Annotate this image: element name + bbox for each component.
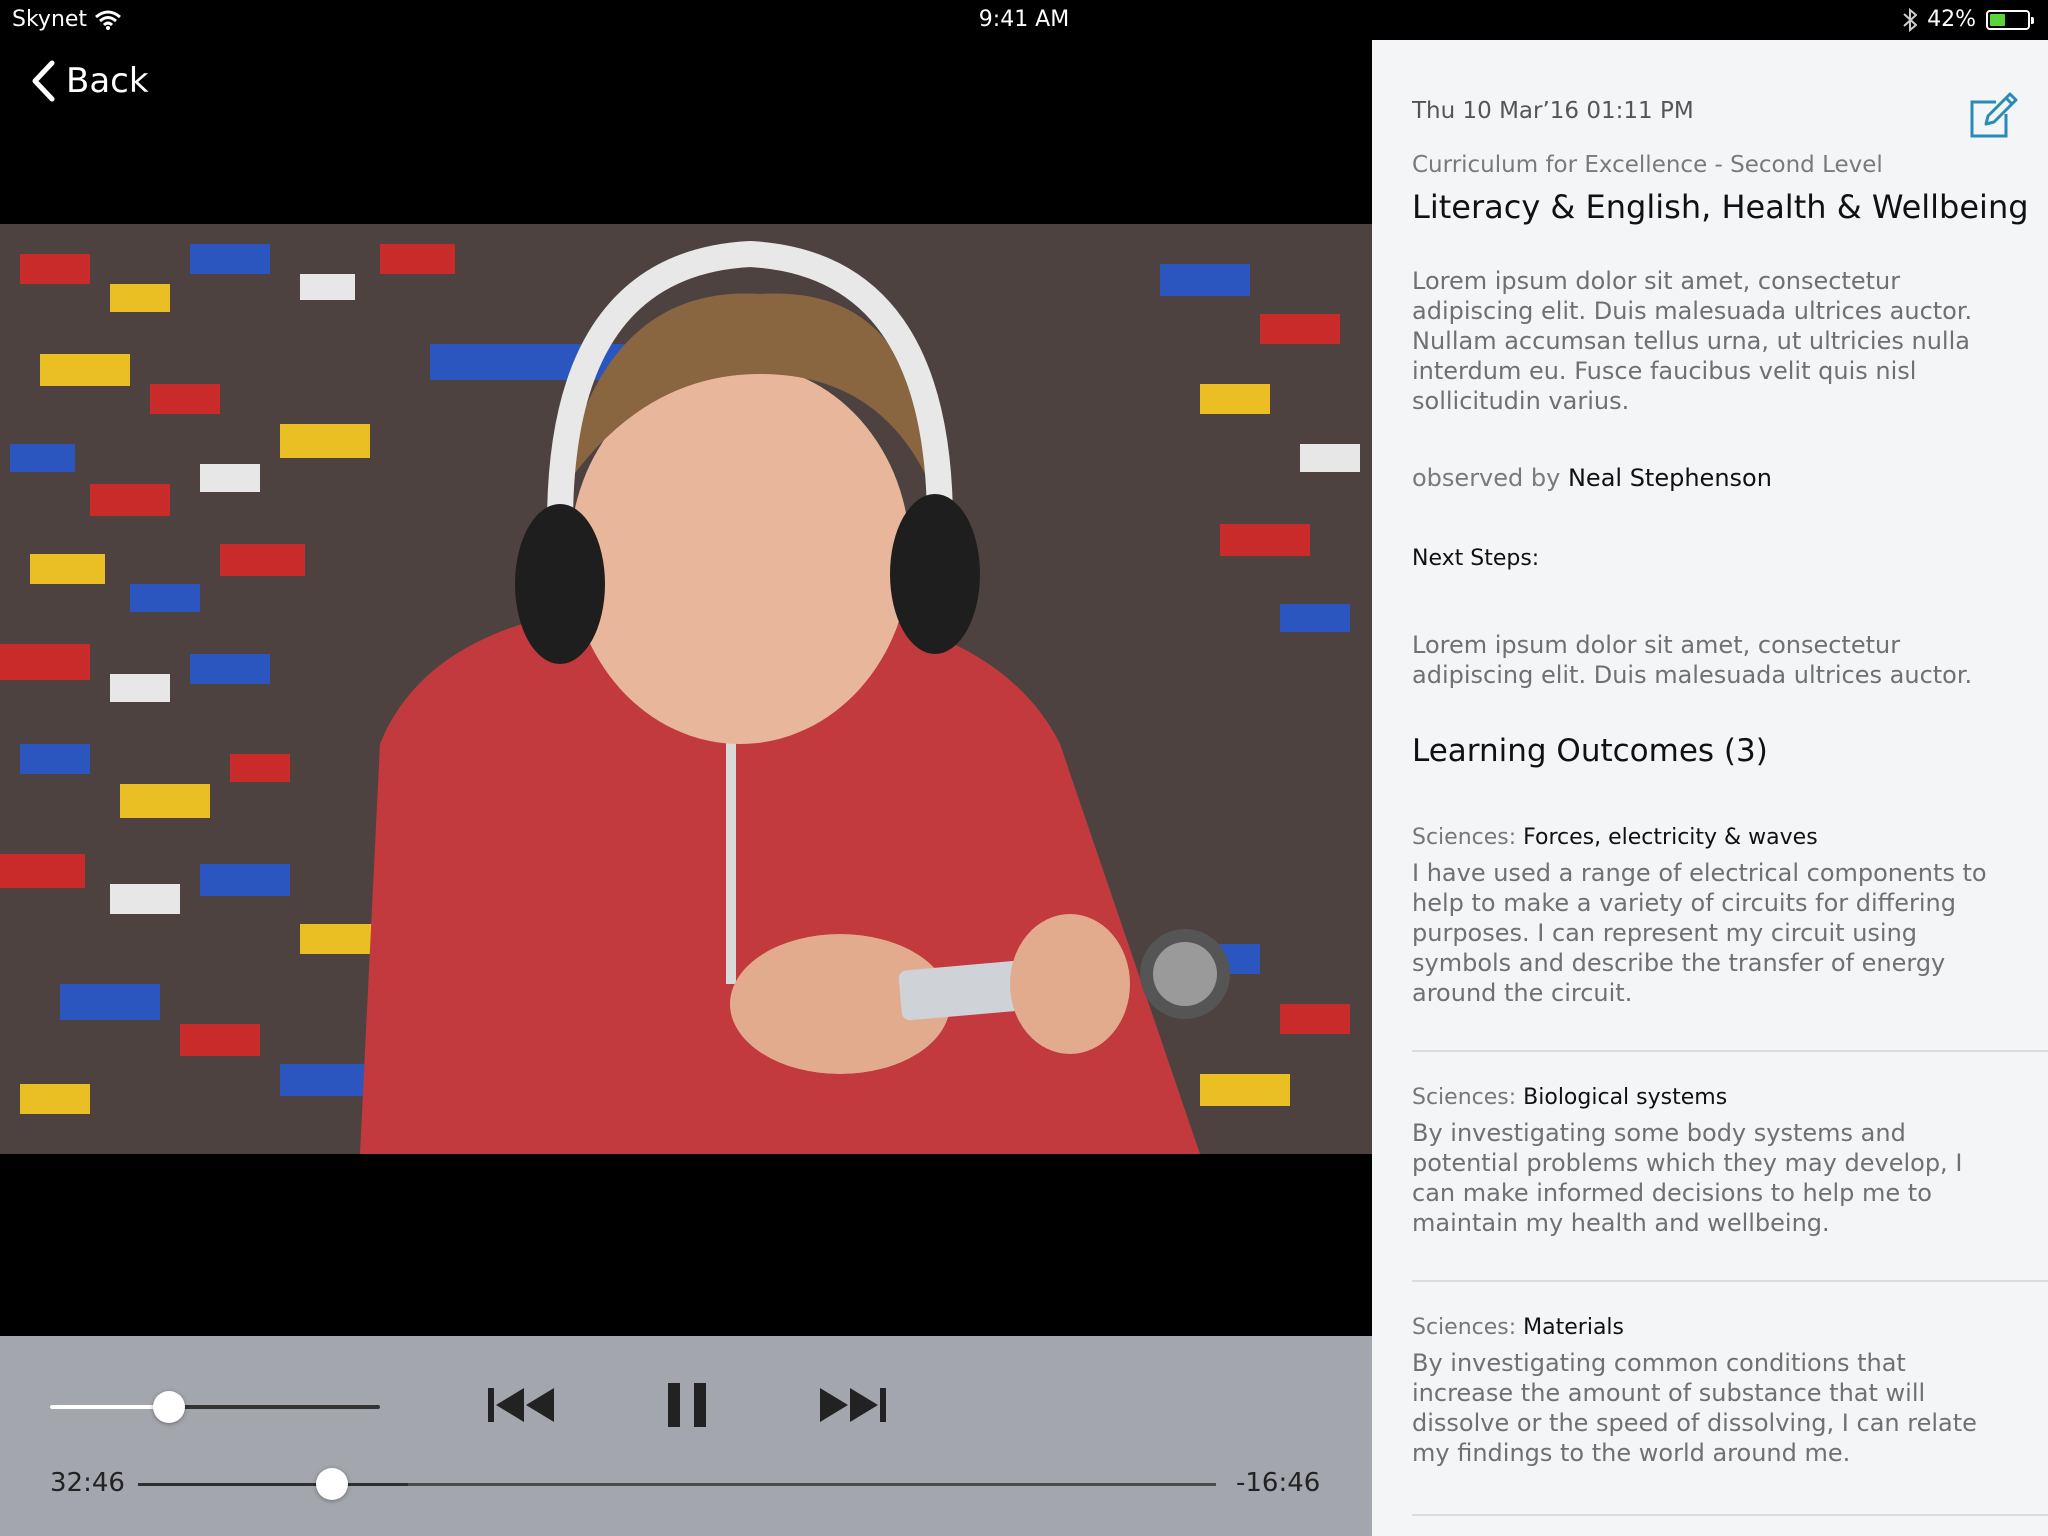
volume-knob[interactable]: [152, 1391, 185, 1423]
next-button[interactable]: [820, 1388, 886, 1426]
learning-outcome[interactable]: Sciences: Materials By investigating com…: [1412, 1315, 2012, 1468]
previous-button[interactable]: [488, 1388, 554, 1426]
outcome-subject: Sciences:: [1412, 1085, 1517, 1110]
divider: [1412, 1514, 2048, 1516]
divider: [1412, 1280, 2048, 1282]
observer-name: Neal Stephenson: [1567, 464, 1772, 492]
divider: [1412, 1050, 2048, 1052]
back-button[interactable]: Back: [30, 60, 149, 102]
outcome-heading: Sciences: Biological systems: [1412, 1085, 2012, 1110]
observation-timestamp: Thu 10 Mar’16 01:11 PM: [1412, 98, 1694, 124]
outcome-text: By investigating common conditions that …: [1412, 1349, 1977, 1467]
outcome-text: By investigating some body systems and p…: [1412, 1119, 1963, 1237]
outcome-topic: Forces, electricity & waves: [1523, 825, 1818, 850]
outcome-topic: Materials: [1523, 1315, 1624, 1340]
volume-fill: [50, 1405, 169, 1409]
bluetooth-icon: [1903, 7, 1918, 32]
battery-icon: [1986, 9, 2034, 30]
progress-buffer: [138, 1483, 408, 1486]
volume-slider[interactable]: [50, 1405, 380, 1409]
curriculum-label: Curriculum for Excellence - Second Level: [1412, 152, 1883, 178]
progress-scrubber[interactable]: [138, 1483, 1216, 1486]
outcome-subject: Sciences:: [1412, 1315, 1517, 1340]
previous-icon: [488, 1388, 554, 1422]
video-frame[interactable]: [0, 224, 1372, 1154]
observation-description: Lorem ipsum dolor sit amet, consectetur …: [1412, 267, 1973, 415]
outcome-text: I have used a range of electrical compon…: [1412, 859, 1987, 1007]
battery-percent: 42%: [1927, 7, 1976, 32]
learning-outcome[interactable]: Sciences: Forces, electricity & waves I …: [1412, 825, 2012, 1008]
pause-icon: [668, 1383, 706, 1427]
battery-fill: [1990, 13, 2006, 26]
status-time: 9:41 AM: [978, 7, 1070, 32]
learning-outcomes-title: Learning Outcomes (3): [1412, 733, 1768, 769]
elapsed-time: 32:46: [50, 1468, 125, 1498]
pause-button[interactable]: [666, 1383, 708, 1431]
edit-button[interactable]: [1968, 92, 2018, 144]
video-pane: Back 32:46 -16:46: [0, 0, 1372, 1536]
observation-title: Literacy & English, Health & Wellbeing: [1412, 188, 2029, 226]
back-label: Back: [66, 61, 149, 101]
next-icon: [820, 1388, 886, 1422]
outcome-topic: Biological systems: [1523, 1085, 1728, 1110]
observed-by: observed by Neal Stephenson: [1412, 464, 1772, 492]
outcome-heading: Sciences: Forces, electricity & waves: [1412, 825, 2012, 850]
details-panel: Thu 10 Mar’16 01:11 PM Curriculum for Ex…: [1372, 40, 2048, 1536]
video-still: [0, 224, 1372, 1154]
outcome-heading: Sciences: Materials: [1412, 1315, 2012, 1340]
outcome-subject: Sciences:: [1412, 825, 1517, 850]
status-bar: Skynet 9:41 AM 42%: [0, 0, 2048, 40]
next-steps-text: Lorem ipsum dolor sit amet, consectetur …: [1412, 631, 1973, 689]
player-controls: [0, 1336, 1372, 1536]
learning-outcome[interactable]: Sciences: Biological systems By investig…: [1412, 1085, 2012, 1238]
edit-icon: [1970, 92, 2018, 138]
observed-prefix: observed by: [1412, 464, 1561, 492]
progress-knob[interactable]: [316, 1468, 349, 1500]
next-steps-label: Next Steps:: [1412, 546, 1540, 571]
remaining-time: -16:46: [1236, 1468, 1321, 1498]
chevron-left-icon: [32, 60, 55, 102]
